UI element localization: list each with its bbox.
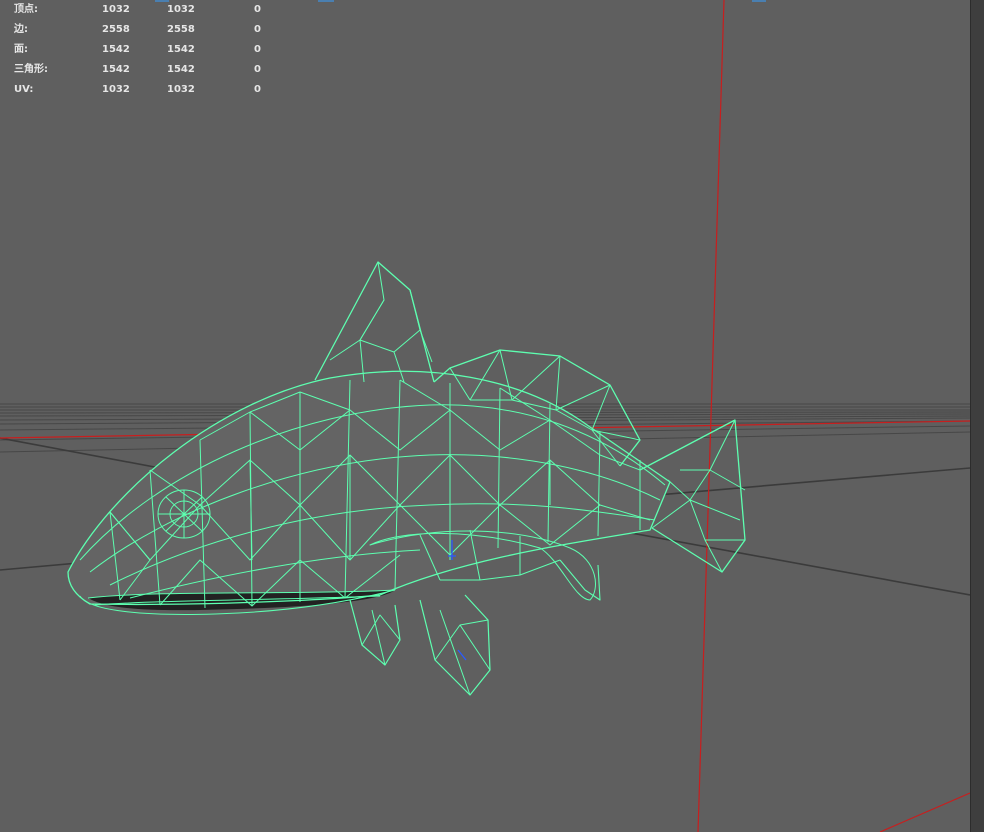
viewport-tab-marker [752, 0, 766, 2]
poly-count-hud: 顶点: 1032 1032 0 边: 2558 2558 0 面: 1542 1… [14, 0, 274, 100]
hud-value: 1032 [167, 4, 195, 15]
hud-value: 0 [254, 84, 261, 95]
hud-label: 面: [14, 44, 28, 55]
hud-row-triangles: 三角形: 1542 1542 0 [14, 60, 274, 80]
hud-label: UV: [14, 84, 34, 95]
hud-row-uvs: UV: 1032 1032 0 [14, 80, 274, 100]
hud-value: 0 [254, 64, 261, 75]
hud-value: 0 [254, 44, 261, 55]
hud-value: 0 [254, 4, 261, 15]
hud-value: 2558 [167, 24, 195, 35]
hud-label: 三角形: [14, 64, 48, 75]
hud-row-faces: 面: 1542 1542 0 [14, 40, 274, 60]
hud-value: 1542 [167, 44, 195, 55]
viewport-tab-marker [318, 0, 334, 2]
hud-value: 1542 [167, 64, 195, 75]
hud-row-edges: 边: 2558 2558 0 [14, 20, 274, 40]
3d-viewport[interactable]: 顶点: 1032 1032 0 边: 2558 2558 0 面: 1542 1… [0, 0, 970, 832]
hud-value: 1032 [102, 84, 130, 95]
hud-value: 0 [254, 24, 261, 35]
hud-value: 1032 [102, 4, 130, 15]
hud-value: 1032 [167, 84, 195, 95]
hud-label: 顶点: [14, 4, 38, 15]
hud-row-vertices: 顶点: 1032 1032 0 [14, 0, 274, 20]
viewport-scene[interactable] [0, 0, 970, 832]
fish-mesh[interactable] [67, 261, 746, 696]
hud-label: 边: [14, 24, 28, 35]
hud-value: 1542 [102, 64, 130, 75]
hud-value: 2558 [102, 24, 130, 35]
hud-value: 1542 [102, 44, 130, 55]
viewport-scrollbar[interactable] [970, 0, 984, 832]
